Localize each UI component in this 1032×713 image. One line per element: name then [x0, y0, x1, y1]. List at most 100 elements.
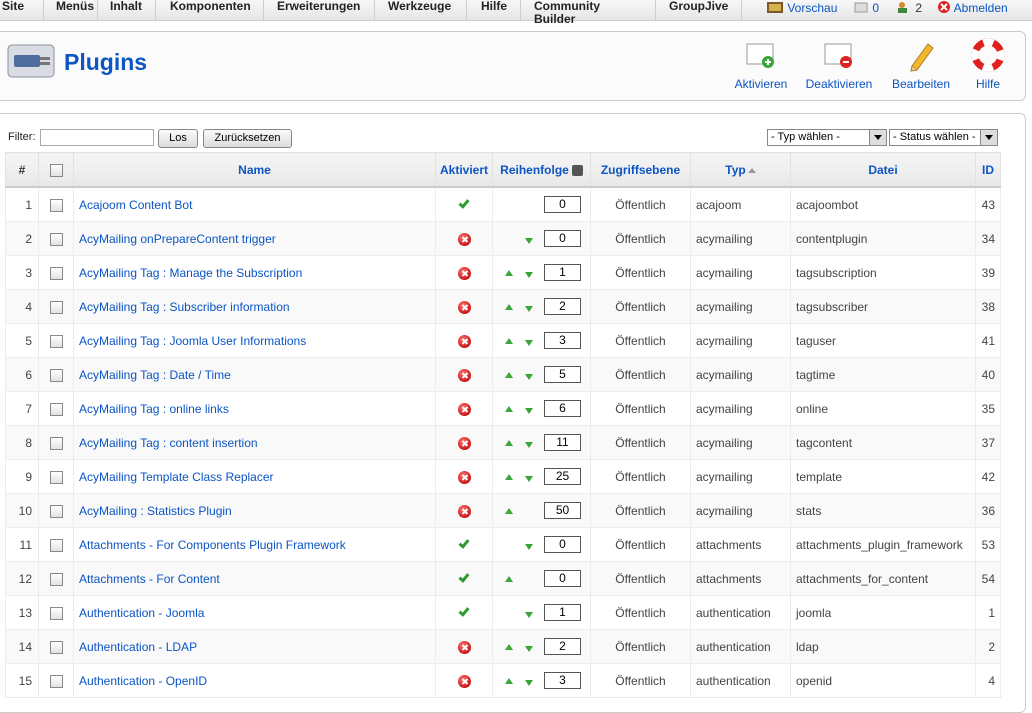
check-icon[interactable] [456, 573, 472, 585]
disabled-icon[interactable] [457, 504, 471, 518]
disabled-icon[interactable] [457, 232, 471, 246]
col-file-header[interactable]: Datei [790, 152, 976, 188]
disabled-icon[interactable] [457, 266, 471, 280]
disabled-icon[interactable] [457, 674, 471, 688]
order-input[interactable]: 2 [544, 638, 581, 655]
order-input[interactable]: 0 [544, 570, 581, 587]
plugin-name-link[interactable]: AcyMailing Tag : content insertion [79, 436, 258, 450]
arrow-down-icon[interactable] [525, 680, 533, 686]
plugin-name-link[interactable]: AcyMailing Tag : Joomla User Information… [79, 334, 306, 348]
access-level[interactable]: Öffentlich [590, 221, 691, 256]
users-status[interactable]: 2 [896, 0, 922, 20]
plugin-name-link[interactable]: Authentication - Joomla [79, 606, 204, 620]
order-input[interactable]: 0 [544, 536, 581, 553]
plugin-name-link[interactable]: AcyMailing Tag : Subscriber information [79, 300, 290, 314]
messages-status[interactable]: 0 [853, 0, 879, 20]
menu-extensions[interactable]: Erweiterungen [264, 0, 375, 20]
arrow-down-icon[interactable] [525, 612, 533, 618]
menu-site[interactable]: Site [0, 0, 44, 20]
arrow-up-icon[interactable] [505, 372, 513, 378]
menu-menus[interactable]: Menüs [44, 0, 98, 20]
deactivate-button[interactable]: Deaktivieren [803, 38, 875, 91]
plugin-name-link[interactable]: Attachments - For Content [79, 572, 220, 586]
row-checkbox[interactable] [49, 504, 63, 518]
row-checkbox[interactable] [49, 334, 63, 348]
access-level[interactable]: Öffentlich [590, 561, 691, 596]
arrow-down-icon[interactable] [525, 646, 533, 652]
disabled-icon[interactable] [457, 470, 471, 484]
status-select[interactable]: - Status wählen - [889, 129, 998, 146]
arrow-down-icon[interactable] [525, 306, 533, 312]
row-checkbox[interactable] [49, 436, 63, 450]
order-input[interactable]: 1 [544, 264, 581, 281]
row-checkbox[interactable] [49, 198, 63, 212]
disabled-icon[interactable] [457, 300, 471, 314]
menu-content[interactable]: Inhalt [98, 0, 156, 20]
access-level[interactable]: Öffentlich [590, 629, 691, 664]
edit-button[interactable]: Bearbeiten [888, 38, 954, 91]
arrow-down-icon[interactable] [525, 442, 533, 448]
col-id-header[interactable]: ID [975, 152, 1001, 188]
menu-groupjive[interactable]: GroupJive [656, 0, 742, 20]
access-level[interactable]: Öffentlich [590, 527, 691, 562]
access-level[interactable]: Öffentlich [590, 255, 691, 290]
order-input[interactable]: 25 [544, 468, 581, 485]
access-level[interactable]: Öffentlich [590, 425, 691, 460]
plugin-name-link[interactable]: AcyMailing Tag : Manage the Subscription [79, 266, 302, 280]
arrow-up-icon[interactable] [505, 474, 513, 480]
arrow-down-icon[interactable] [525, 476, 533, 482]
access-level[interactable]: Öffentlich [590, 493, 691, 528]
access-level[interactable]: Öffentlich [590, 289, 691, 324]
row-checkbox[interactable] [49, 674, 63, 688]
access-level[interactable]: Öffentlich [590, 186, 691, 222]
col-type-header[interactable]: Typ [690, 152, 791, 188]
arrow-up-icon[interactable] [505, 576, 513, 582]
row-checkbox[interactable] [49, 300, 63, 314]
arrow-up-icon[interactable] [505, 406, 513, 412]
plugin-name-link[interactable]: AcyMailing Template Class Replacer [79, 470, 274, 484]
check-icon[interactable] [456, 607, 472, 619]
row-checkbox[interactable] [49, 232, 63, 246]
disabled-icon[interactable] [457, 334, 471, 348]
plugin-name-link[interactable]: Attachments - For Components Plugin Fram… [79, 538, 346, 552]
order-input[interactable]: 5 [544, 366, 581, 383]
reset-button[interactable]: Zurücksetzen [203, 129, 292, 148]
access-level[interactable]: Öffentlich [590, 459, 691, 494]
plugin-name-link[interactable]: AcyMailing Tag : Date / Time [79, 368, 231, 382]
order-input[interactable]: 0 [544, 230, 581, 247]
arrow-up-icon[interactable] [505, 644, 513, 650]
save-order-icon[interactable] [571, 164, 583, 176]
disabled-icon[interactable] [457, 436, 471, 450]
order-input[interactable]: 3 [544, 332, 581, 349]
arrow-up-icon[interactable] [505, 338, 513, 344]
order-input[interactable]: 11 [544, 434, 581, 451]
menu-help[interactable]: Hilfe [467, 0, 521, 20]
plugin-name-link[interactable]: Authentication - LDAP [79, 640, 197, 654]
arrow-down-icon[interactable] [525, 544, 533, 550]
disabled-icon[interactable] [457, 368, 471, 382]
arrow-up-icon[interactable] [505, 304, 513, 310]
arrow-up-icon[interactable] [505, 678, 513, 684]
arrow-down-icon[interactable] [525, 340, 533, 346]
col-access-header[interactable]: Zugriffsebene [590, 152, 691, 188]
col-order-header[interactable]: Reihenfolge [492, 152, 591, 188]
row-checkbox[interactable] [49, 572, 63, 586]
disabled-icon[interactable] [457, 402, 471, 416]
col-active-header[interactable]: Aktiviert [435, 152, 493, 188]
arrow-down-icon[interactable] [525, 272, 533, 278]
arrow-up-icon[interactable] [505, 508, 513, 514]
access-level[interactable]: Öffentlich [590, 663, 691, 698]
arrow-down-icon[interactable] [525, 374, 533, 380]
order-input[interactable]: 6 [544, 400, 581, 417]
check-icon[interactable] [456, 539, 472, 551]
plugin-name-link[interactable]: AcyMailing Tag : online links [79, 402, 229, 416]
order-input[interactable]: 3 [544, 672, 581, 689]
access-level[interactable]: Öffentlich [590, 323, 691, 358]
col-name-header[interactable]: Name [73, 152, 436, 188]
menu-components[interactable]: Komponenten [156, 0, 264, 20]
row-checkbox[interactable] [49, 470, 63, 484]
arrow-down-icon[interactable] [525, 238, 533, 244]
row-checkbox[interactable] [49, 266, 63, 280]
order-input[interactable]: 50 [544, 502, 581, 519]
order-input[interactable]: 0 [544, 196, 581, 213]
